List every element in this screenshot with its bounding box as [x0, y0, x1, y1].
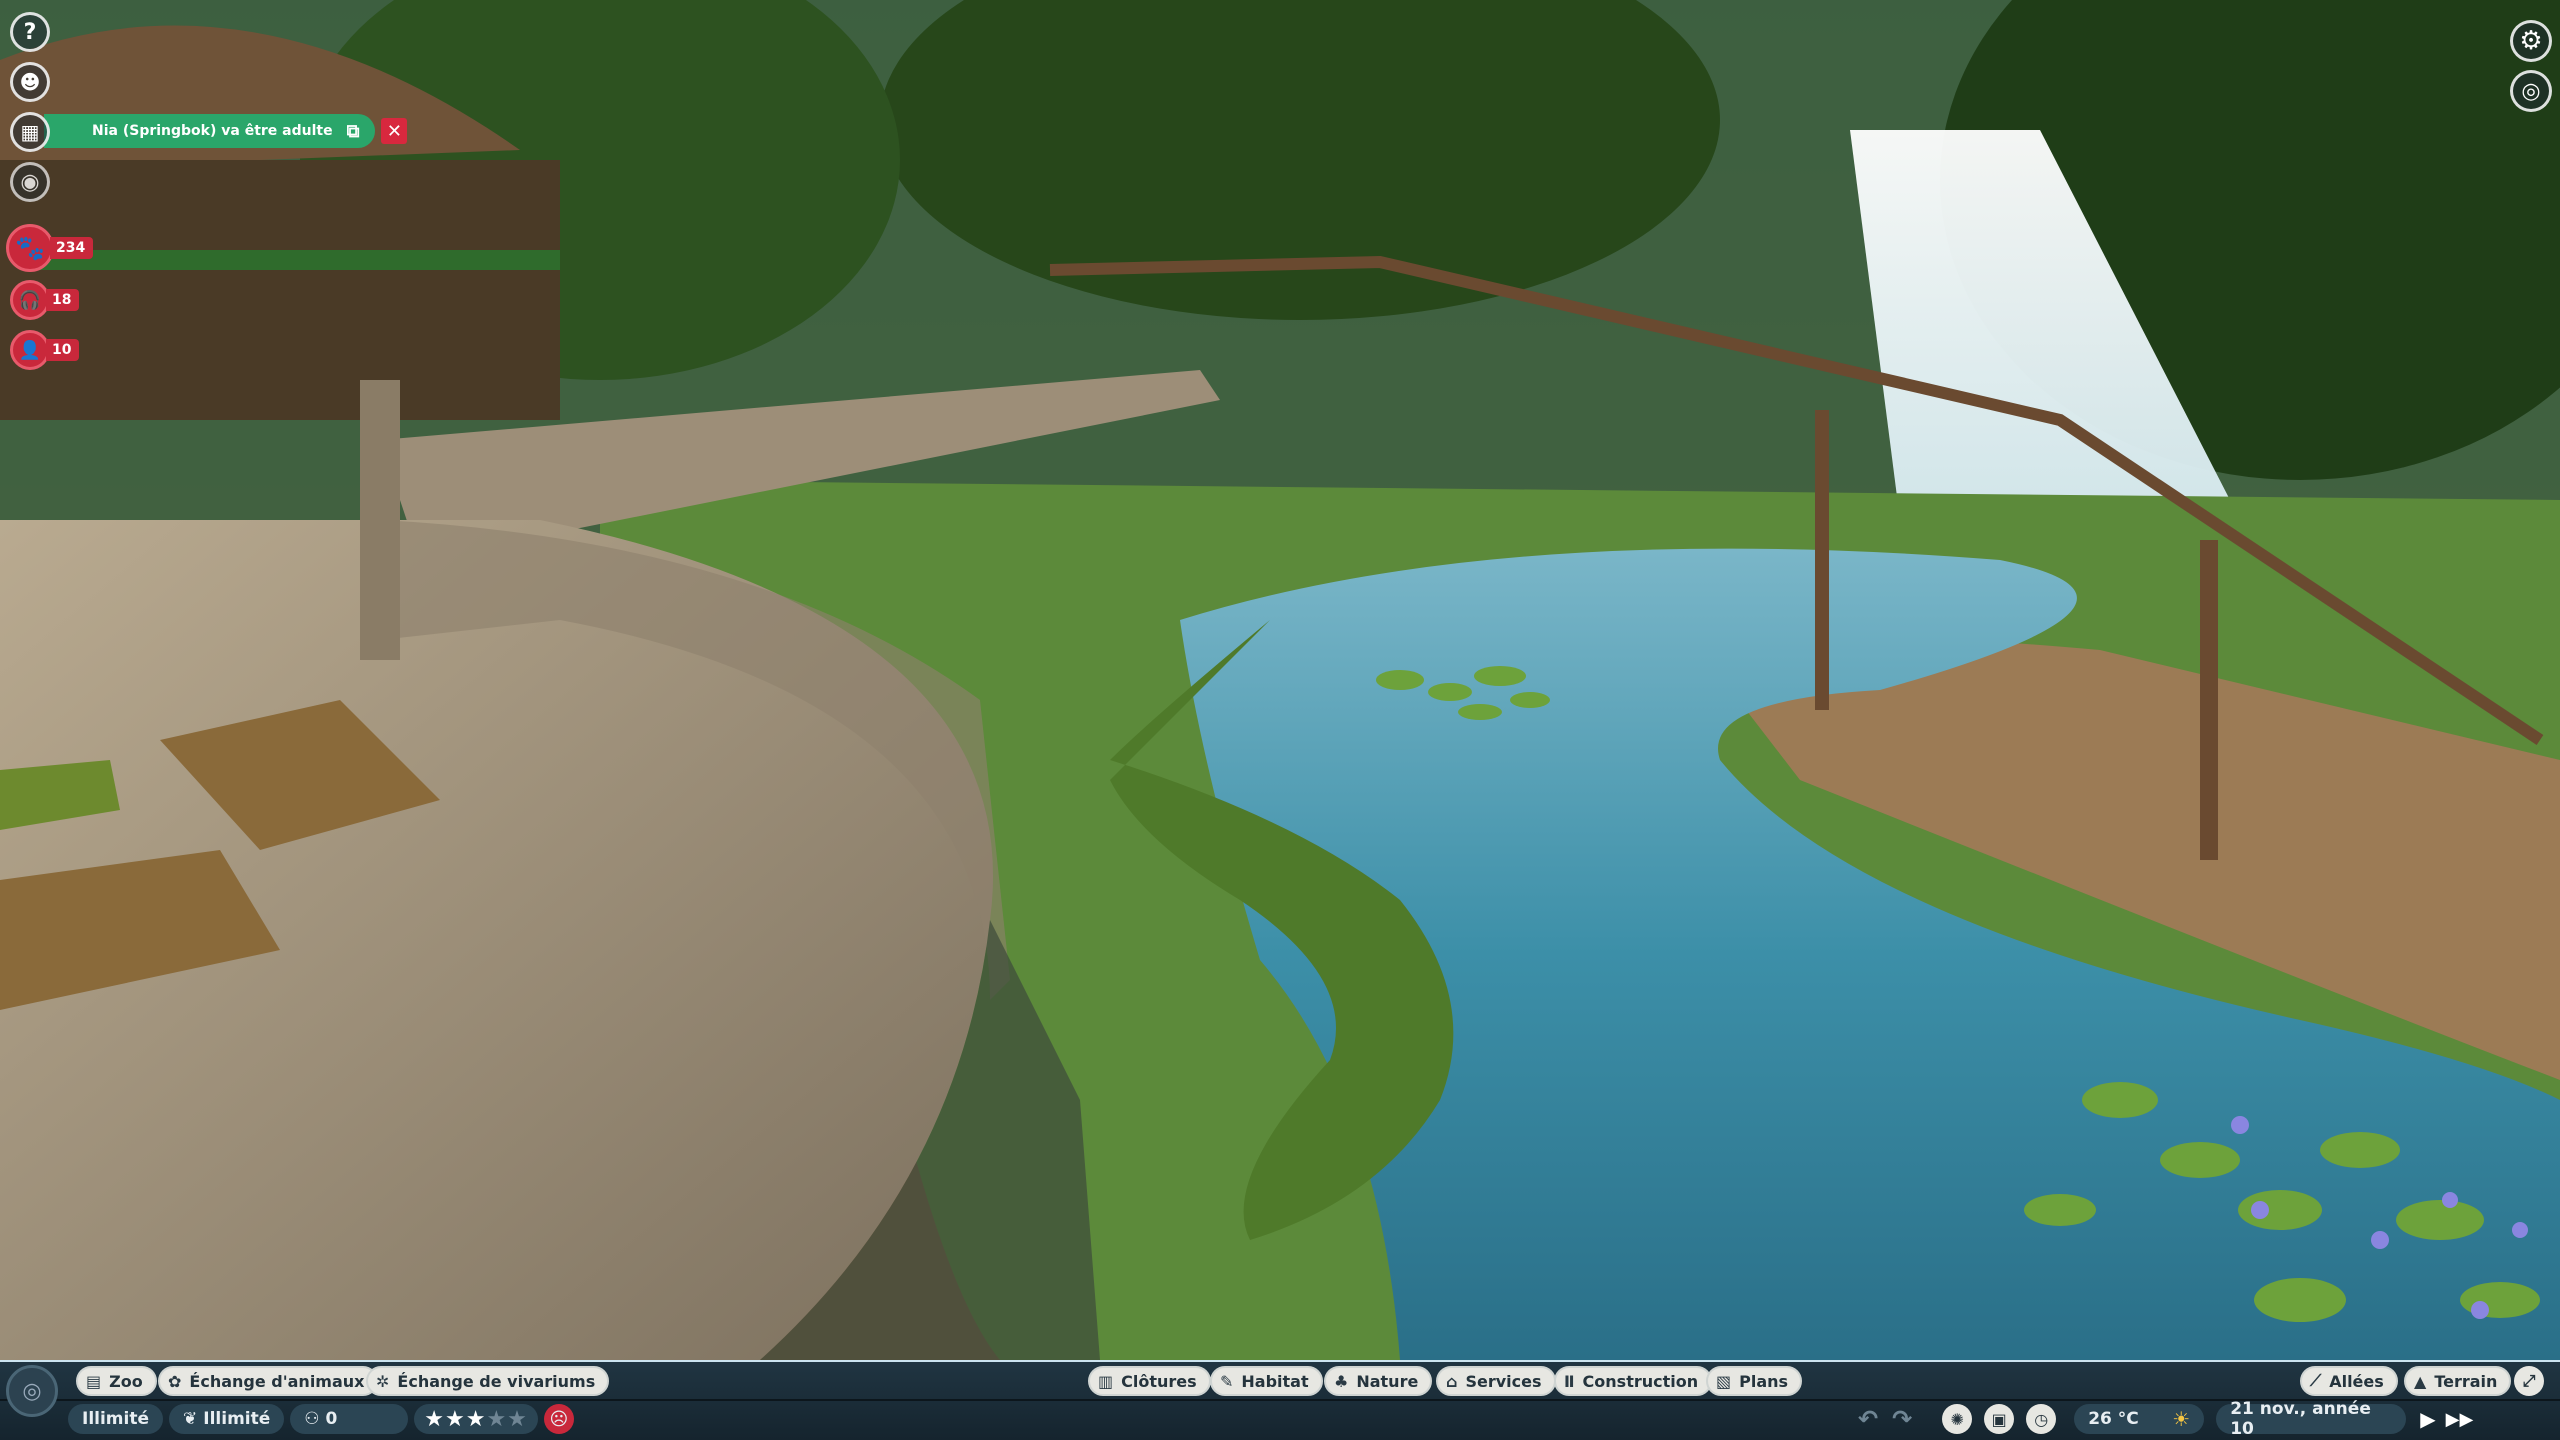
tab-paths[interactable]: ⟋ Allées	[2300, 1366, 2398, 1396]
date-display[interactable]: 21 nov., année 10	[2216, 1399, 2407, 1439]
tab-label: Terrain	[2434, 1371, 2498, 1391]
alert-icon[interactable]: ✺	[1942, 1404, 1973, 1434]
guests-count: 10	[46, 339, 80, 361]
date-value: 21 nov., année 10	[2230, 1399, 2371, 1439]
fast-forward-icon[interactable]: ▶▶	[2446, 1409, 2474, 1430]
paw-icon: ✿	[168, 1371, 182, 1391]
research-value: Illimité	[203, 1409, 271, 1429]
zoo-rating[interactable]: ★★★★★	[414, 1404, 538, 1434]
tree-icon: ♣	[1334, 1371, 1349, 1391]
tab-label: Nature	[1356, 1371, 1419, 1391]
camera-icon[interactable]: ▣	[1984, 1404, 2015, 1434]
paw-icon: 🐾	[6, 224, 54, 272]
tab-services[interactable]: ⌂ Services	[1436, 1366, 1556, 1396]
tab-label: Allées	[2329, 1371, 2384, 1391]
zoo-icon: ▤	[86, 1371, 102, 1391]
money-display[interactable]: Illimité	[68, 1404, 164, 1434]
tab-vivarium-trade[interactable]: ✲ Échange de vivariums	[366, 1366, 610, 1396]
tab-label: Plans	[1739, 1371, 1789, 1391]
tab-construction[interactable]: Ⅱ Construction	[1554, 1366, 1713, 1396]
zoo-logo-icon[interactable]: ◎	[6, 1365, 58, 1417]
tab-label: Échange d'animaux	[189, 1371, 365, 1391]
close-icon[interactable]: ✕	[381, 118, 408, 144]
tab-zoo[interactable]: ▤ Zoo	[76, 1366, 157, 1396]
tab-nature[interactable]: ♣ Nature	[1324, 1366, 1433, 1396]
staff-count: 18	[46, 289, 80, 311]
tab-label: Services	[1465, 1371, 1542, 1391]
tab-plans[interactable]: ▧ Plans	[1706, 1366, 1803, 1396]
tab-label: Clôtures	[1121, 1371, 1197, 1391]
timer-icon[interactable]: ◷	[2026, 1404, 2057, 1434]
sun-icon: ☀	[2172, 1407, 2191, 1431]
view-icon[interactable]: ◉	[10, 162, 50, 202]
blueprint-icon: ▧	[1716, 1371, 1732, 1391]
tab-label: Zoo	[109, 1371, 143, 1391]
redo-icon[interactable]: ↷	[1892, 1405, 1912, 1433]
zookeeper-icon[interactable]: ☻	[10, 62, 50, 102]
undo-icon[interactable]: ↶	[1858, 1405, 1878, 1433]
mountain-icon: ▲	[2414, 1371, 2427, 1391]
path-icon: ⟋	[2310, 1371, 2322, 1390]
tab-label: Habitat	[1241, 1371, 1309, 1391]
bug-icon: ✲	[376, 1371, 390, 1391]
stat-guests[interactable]: 👤 10	[10, 330, 80, 370]
tab-label: Échange de vivariums	[397, 1371, 596, 1391]
person-icon: 👤	[10, 330, 50, 370]
status-row: Illimité ❦ Illimité ⚇ 0 ★★★★★ ☹	[68, 1403, 574, 1435]
external-link-icon[interactable]: ⧉	[347, 121, 360, 142]
notification-banner[interactable]: Nia (Springbok) va être adulte ⧉ ✕	[44, 114, 408, 148]
pillar-icon: Ⅱ	[1564, 1371, 1575, 1391]
tab-habitat[interactable]: ✎ Habitat	[1210, 1366, 1323, 1396]
expand-icon[interactable]: ⤢	[2514, 1366, 2544, 1396]
tab-fences[interactable]: ▥ Clôtures	[1088, 1366, 1211, 1396]
notification-text: Nia (Springbok) va être adulte	[92, 123, 333, 139]
weather-display[interactable]: 26 °C ☀	[2074, 1404, 2205, 1434]
leaf-icon: ❦	[183, 1409, 198, 1429]
play-icon[interactable]: ▶	[2420, 1407, 2435, 1431]
guest-count-value: 0	[325, 1409, 338, 1429]
habitat-icon: ✎	[1220, 1371, 1234, 1391]
research-display[interactable]: ❦ Illimité	[169, 1404, 285, 1434]
guest-count-display[interactable]: ⚇ 0	[290, 1404, 409, 1434]
calendar-icon[interactable]: ▦	[10, 112, 50, 152]
fence-icon: ▥	[1098, 1371, 1114, 1391]
stat-staff[interactable]: 🎧 18	[10, 280, 80, 320]
tab-terrain[interactable]: ▲ Terrain	[2404, 1366, 2512, 1396]
money-value: Illimité	[82, 1409, 150, 1429]
layers-icon[interactable]: ◎	[2510, 70, 2552, 112]
rating-stars: ★★★★★	[424, 1406, 528, 1432]
time-controls: ↶ ↷ ✺ ▣ ◷ 26 °C ☀ 21 nov., année 10 ▶ ▶▶	[1858, 1399, 2474, 1439]
sad-face-icon[interactable]: ☹	[543, 1404, 574, 1434]
tab-animal-trade[interactable]: ✿ Échange d'animaux	[158, 1366, 379, 1396]
building-icon: ⌂	[1446, 1371, 1458, 1391]
people-icon: ⚇	[304, 1409, 320, 1429]
animals-count: 234	[50, 237, 94, 259]
settings-gear-icon[interactable]: ⚙	[2510, 20, 2552, 62]
temperature-value: 26 °C	[2088, 1409, 2139, 1429]
headset-icon: 🎧	[10, 280, 50, 320]
tab-label: Construction	[1582, 1371, 1699, 1391]
stat-animals[interactable]: 🐾 234	[6, 224, 94, 272]
help-icon[interactable]: ?	[10, 12, 50, 52]
game-scene[interactable]	[0, 0, 2560, 1440]
